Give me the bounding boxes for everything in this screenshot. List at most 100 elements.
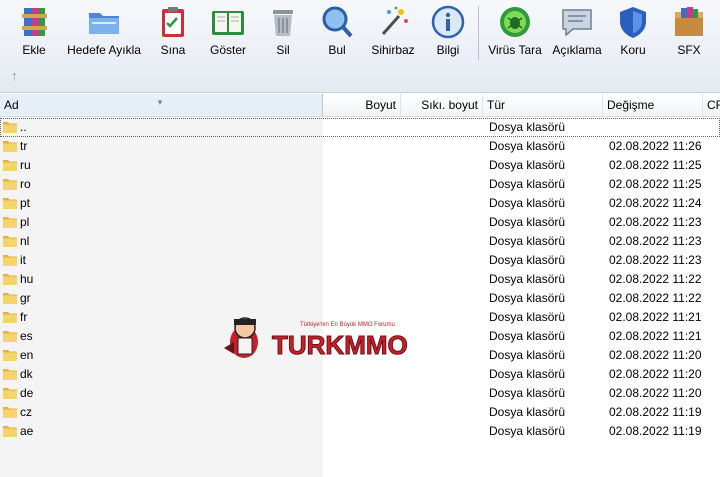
file-row[interactable]: hu Dosya klasörü 02.08.2022 11:22 xyxy=(0,270,720,289)
column-crc-header[interactable]: CR xyxy=(703,94,720,116)
file-modified: 02.08.2022 11:23 xyxy=(609,234,702,248)
file-type: Dosya klasörü xyxy=(489,215,566,229)
file-modified: 02.08.2022 11:25 xyxy=(609,177,702,191)
file-modified: 02.08.2022 11:26 xyxy=(609,139,702,153)
folder-icon xyxy=(3,331,17,342)
info-button[interactable]: Bilgi xyxy=(430,4,466,60)
file-row[interactable]: ro Dosya klasörü 02.08.2022 11:25 xyxy=(0,175,720,194)
file-type: Dosya klasörü xyxy=(489,120,566,134)
folder-icon xyxy=(3,160,17,171)
file-row[interactable]: cz Dosya klasörü 02.08.2022 11:19 xyxy=(0,403,720,422)
file-modified: 02.08.2022 11:23 xyxy=(609,253,702,267)
file-row[interactable]: it Dosya klasörü 02.08.2022 11:23 xyxy=(0,251,720,270)
test-button[interactable]: Sına xyxy=(154,4,192,60)
column-modified-header[interactable]: Değişme xyxy=(603,94,703,116)
file-row[interactable]: .. Dosya klasörü xyxy=(0,118,720,137)
file-name: nl xyxy=(20,234,30,248)
extract-to-button[interactable]: Hedefe Ayıkla xyxy=(64,4,144,60)
file-name: ro xyxy=(20,177,31,191)
toolbar-separator xyxy=(478,6,479,60)
column-name-header[interactable]: Ad ▼ xyxy=(0,94,323,116)
sfx-button[interactable]: SFX xyxy=(670,4,708,60)
file-modified: 02.08.2022 11:25 xyxy=(609,158,702,172)
folder-icon xyxy=(3,274,17,285)
file-list: .. Dosya klasörü tr Dosya klasörü 02.08.2022… xyxy=(0,117,720,477)
folder-icon xyxy=(3,217,17,228)
file-type: Dosya klasörü xyxy=(489,348,566,362)
file-modified: 02.08.2022 11:20 xyxy=(609,348,702,362)
file-name: ru xyxy=(20,158,31,172)
file-row[interactable]: gr Dosya klasörü 02.08.2022 11:22 xyxy=(0,289,720,308)
file-type: Dosya klasörü xyxy=(489,424,566,438)
file-row[interactable]: nl Dosya klasörü 02.08.2022 11:23 xyxy=(0,232,720,251)
file-name: fr xyxy=(20,310,28,324)
folder-icon xyxy=(3,350,17,361)
file-type: Dosya klasörü xyxy=(489,196,566,210)
file-modified: 02.08.2022 11:21 xyxy=(609,310,702,324)
file-type: Dosya klasörü xyxy=(489,139,566,153)
comment-label: Açıklama xyxy=(552,43,602,57)
file-modified: 02.08.2022 11:24 xyxy=(609,196,702,210)
column-type-header[interactable]: Tür xyxy=(483,94,603,116)
file-type: Dosya klasörü xyxy=(489,310,566,324)
file-modified: 02.08.2022 11:21 xyxy=(609,329,702,343)
file-type: Dosya klasörü xyxy=(489,329,566,343)
file-name: pl xyxy=(20,215,30,229)
folder-icon xyxy=(3,179,17,190)
delete-button[interactable]: Sil xyxy=(265,4,301,60)
sort-indicator-icon: ▼ xyxy=(156,98,164,107)
folder-icon xyxy=(3,407,17,418)
column-size-header[interactable]: Boyut xyxy=(323,94,401,116)
watermark-tagline: Türkiye'nin En Büyük MMO Forumu xyxy=(300,322,395,328)
file-type: Dosya klasörü xyxy=(489,272,566,286)
file-name: ae xyxy=(20,424,34,438)
wizard-label: Sihirbaz xyxy=(371,43,415,57)
watermark-brand: TURKMMO xyxy=(272,330,408,360)
folder-icon xyxy=(3,236,17,247)
add-button[interactable]: Ekle xyxy=(12,4,56,60)
add-label: Ekle xyxy=(22,43,46,57)
file-type: Dosya klasörü xyxy=(489,158,566,172)
shield-icon xyxy=(620,7,646,38)
file-name: hu xyxy=(20,272,34,286)
file-row[interactable]: tr Dosya klasörü 02.08.2022 11:26 xyxy=(0,137,720,156)
file-type: Dosya klasörü xyxy=(489,177,566,191)
folder-icon xyxy=(3,312,17,323)
protect-label: Koru xyxy=(620,43,646,57)
file-modified: 02.08.2022 11:20 xyxy=(609,386,702,400)
view-button[interactable]: Göster xyxy=(205,4,251,60)
column-name-label: Ad xyxy=(4,98,19,112)
file-name: .. xyxy=(20,120,27,134)
sfx-label: SFX xyxy=(677,43,701,57)
file-name: gr xyxy=(20,291,31,305)
file-type: Dosya klasörü xyxy=(489,367,566,381)
folder-icon xyxy=(3,369,17,380)
info-label: Bilgi xyxy=(436,43,460,57)
find-button[interactable]: Bul xyxy=(318,4,356,60)
comment-icon xyxy=(562,9,592,37)
protect-button[interactable]: Koru xyxy=(615,4,651,60)
virus-scan-button[interactable]: Virüs Tara xyxy=(486,4,544,60)
file-type: Dosya klasörü xyxy=(489,291,566,305)
file-row[interactable]: pl Dosya klasörü 02.08.2022 11:23 xyxy=(0,213,720,232)
trash-icon xyxy=(273,10,293,36)
comment-button[interactable]: Açıklama xyxy=(551,4,603,60)
file-row[interactable]: pt Dosya klasörü 02.08.2022 11:24 xyxy=(0,194,720,213)
file-name: pt xyxy=(20,196,31,210)
file-name: de xyxy=(20,386,34,400)
extract-folder-icon xyxy=(89,13,119,34)
wizard-button[interactable]: Sihirbaz xyxy=(370,4,416,60)
file-modified: 02.08.2022 11:22 xyxy=(609,272,702,286)
up-folder-arrow-icon[interactable]: ↑ xyxy=(11,68,18,83)
file-row[interactable]: ae Dosya klasörü 02.08.2022 11:19 xyxy=(0,422,720,441)
folder-icon xyxy=(3,255,17,266)
file-modified: 02.08.2022 11:23 xyxy=(609,215,702,229)
file-list-header: Ad ▼ Boyut Sıkı. boyut Tür Değişme CR xyxy=(0,94,720,117)
file-row[interactable]: dk Dosya klasörü 02.08.2022 11:20 xyxy=(0,365,720,384)
folder-icon xyxy=(3,293,17,304)
file-row[interactable]: ru Dosya klasörü 02.08.2022 11:25 xyxy=(0,156,720,175)
extract-to-label: Hedefe Ayıkla xyxy=(67,43,141,57)
turkmmo-watermark-logo: Türkiye'nin En Büyük MMO Forumu TURKMMO xyxy=(224,317,408,360)
column-packed-size-header[interactable]: Sıkı. boyut xyxy=(401,94,483,116)
file-row[interactable]: de Dosya klasörü 02.08.2022 11:20 xyxy=(0,384,720,403)
